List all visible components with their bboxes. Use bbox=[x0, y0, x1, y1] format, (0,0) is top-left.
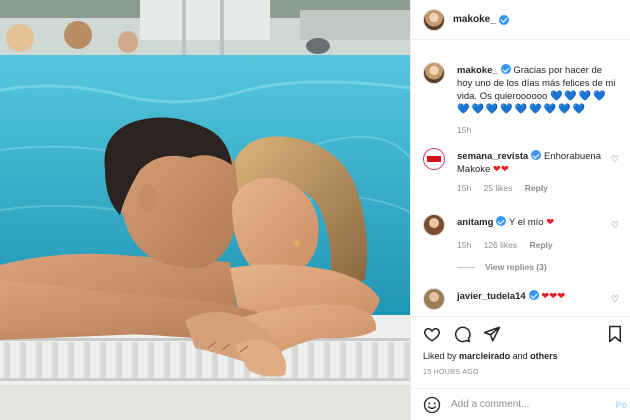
emoji-icon[interactable] bbox=[423, 396, 441, 414]
comment-time[interactable]: 15h bbox=[457, 240, 471, 250]
liked-by: Liked by marcleirado and others bbox=[423, 351, 558, 361]
comment-username[interactable]: anitamg bbox=[457, 217, 493, 228]
comment-icon[interactable] bbox=[453, 325, 471, 343]
view-replies-label: View replies (3) bbox=[485, 262, 547, 272]
verified-badge-icon bbox=[498, 14, 509, 25]
caption-time[interactable]: 15h bbox=[457, 125, 471, 135]
author-username[interactable]: makoke_ bbox=[453, 14, 496, 25]
comment-like-heart-icon[interactable]: ♡ bbox=[611, 220, 619, 231]
commenter-avatar[interactable] bbox=[423, 214, 445, 236]
post-actions: Liked by marcleirado and others 15 HOURS… bbox=[411, 316, 630, 396]
comment-likes[interactable]: 126 likes bbox=[484, 240, 518, 250]
post-photo[interactable] bbox=[0, 0, 410, 420]
heart-icon[interactable] bbox=[423, 325, 441, 343]
reply-button[interactable]: Reply bbox=[530, 240, 553, 250]
liked-by-others[interactable]: others bbox=[530, 351, 558, 361]
post-timestamp[interactable]: 15 HOURS AGO bbox=[423, 369, 479, 376]
comment-text: Y el mío bbox=[508, 217, 544, 228]
commenter-avatar[interactable] bbox=[423, 288, 445, 310]
comment-time[interactable]: 15h bbox=[457, 183, 471, 193]
liked-by-user[interactable]: marcleirado bbox=[459, 351, 510, 361]
post-side-panel: makoke_ makoke_ Gracias por hacer de hoy… bbox=[410, 0, 630, 420]
verified-badge-icon bbox=[528, 290, 539, 300]
reply-button[interactable]: Reply bbox=[525, 183, 548, 193]
post-comment-button[interactable]: Po bbox=[615, 400, 627, 410]
verified-badge-icon bbox=[500, 64, 511, 74]
caption-avatar[interactable] bbox=[423, 62, 445, 84]
view-replies-button[interactable]: View replies (3) bbox=[457, 262, 547, 272]
liked-by-prefix: Liked by bbox=[423, 351, 457, 361]
comment-likes[interactable]: 25 likes bbox=[484, 183, 513, 193]
commenter-avatar[interactable] bbox=[423, 148, 445, 170]
bookmark-icon[interactable] bbox=[607, 325, 623, 343]
comment-username[interactable]: semana_revista bbox=[457, 151, 528, 162]
share-icon[interactable] bbox=[483, 325, 501, 343]
add-comment-input[interactable] bbox=[451, 399, 601, 410]
comment-like-heart-icon[interactable]: ♡ bbox=[611, 294, 619, 305]
add-comment-bar: Po bbox=[411, 388, 630, 420]
post-header: makoke_ bbox=[411, 0, 630, 40]
caption-username[interactable]: makoke_ bbox=[457, 65, 498, 76]
comment-emoji: ❤❤❤ bbox=[541, 291, 566, 302]
comment-username[interactable]: javier_tudela14 bbox=[457, 291, 526, 302]
comment-emoji: ❤ bbox=[546, 217, 555, 228]
comment-like-heart-icon[interactable]: ♡ bbox=[611, 154, 619, 165]
liked-by-joiner: and bbox=[512, 351, 528, 361]
couple-pool-photo bbox=[0, 0, 410, 420]
replies-divider bbox=[457, 266, 475, 268]
comment-emoji: ❤❤ bbox=[492, 164, 509, 175]
author-avatar[interactable] bbox=[423, 8, 445, 31]
verified-badge-icon bbox=[531, 150, 542, 160]
verified-badge-icon bbox=[496, 216, 507, 226]
